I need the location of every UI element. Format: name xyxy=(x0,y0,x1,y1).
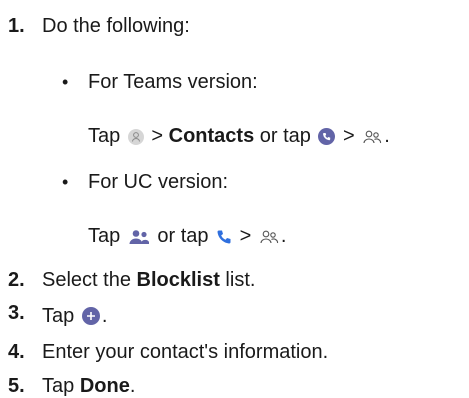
step-number: 3. xyxy=(8,302,25,324)
uc-end: . xyxy=(280,225,287,247)
phone-circle-icon xyxy=(318,127,336,151)
step-text-pre: Tap xyxy=(42,305,80,327)
phone-icon xyxy=(216,227,232,251)
bullet-marker: • xyxy=(62,172,69,192)
uc-or-tap: or tap xyxy=(157,225,209,247)
bullet-marker: • xyxy=(62,72,69,92)
step-number: 2. xyxy=(8,269,25,291)
uc-tap: Tap xyxy=(88,225,121,247)
step-number: 4. xyxy=(8,341,25,363)
step-text: Select the Blocklist list. xyxy=(42,268,255,292)
contacts-label: Contacts xyxy=(168,125,255,147)
people-outline-icon xyxy=(259,227,279,251)
add-circle-icon xyxy=(81,307,100,331)
step-text-post: . xyxy=(101,305,108,327)
uc-gt: > xyxy=(239,225,252,247)
step-text-pre: Tap xyxy=(42,375,80,397)
teams-instruction: Tap > Contacts or tap > . xyxy=(88,124,390,148)
step-number: 1. xyxy=(8,15,25,37)
teams-label: For Teams version: xyxy=(88,71,258,93)
people-outline-icon xyxy=(362,127,382,151)
step-text-post: . xyxy=(129,375,136,397)
step-text: Do the following: xyxy=(42,15,190,37)
people-filled-icon xyxy=(128,227,150,251)
instructions-document: 1. Do the following: • For Teams version… xyxy=(0,0,469,397)
blocklist-label: Blocklist xyxy=(136,269,220,291)
step-number: 5. xyxy=(8,375,25,397)
avatar-icon xyxy=(127,127,144,151)
step-text: Enter your contact's information. xyxy=(42,341,329,363)
teams-gt-1: > xyxy=(151,125,164,147)
teams-tap: Tap xyxy=(88,125,121,147)
step-text-pre: Select the xyxy=(42,269,137,291)
uc-instruction: Tap or tap > . xyxy=(88,224,286,248)
done-label: Done xyxy=(79,375,130,397)
step-text: Tap Done. xyxy=(42,374,135,398)
uc-label: For UC version: xyxy=(88,171,229,193)
teams-end: . xyxy=(384,125,390,147)
teams-or-tap: or tap xyxy=(259,125,311,147)
step-text-post: list. xyxy=(219,269,256,291)
step-text: Tap . xyxy=(42,304,107,331)
teams-gt-2: > xyxy=(343,125,355,147)
